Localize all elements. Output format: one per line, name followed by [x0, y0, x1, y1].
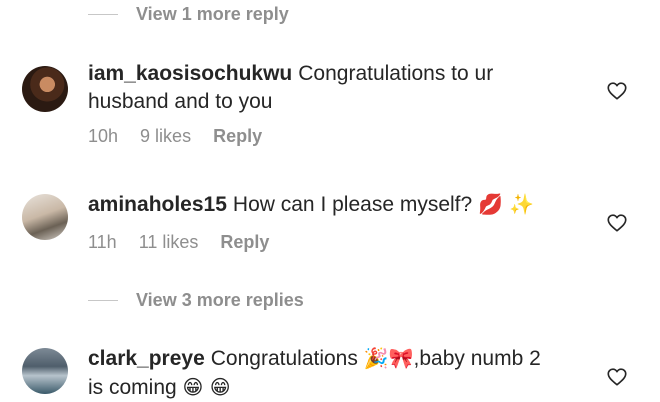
comment-username[interactable]: clark_preye [88, 347, 205, 370]
reply-button[interactable]: Reply [220, 232, 269, 253]
comment-text: How can I please myself? [232, 193, 473, 216]
view-more-label: View 3 more replies [136, 290, 304, 310]
comment-emoji: 🎉🎀 [363, 346, 414, 370]
view-more-replies[interactable]: View 1 more reply [88, 4, 289, 25]
heart-icon[interactable] [606, 212, 628, 234]
avatar[interactable] [22, 194, 68, 240]
comment-likes[interactable]: 11 likes [139, 232, 199, 253]
comment-username[interactable]: aminaholes15 [88, 193, 227, 216]
heart-icon[interactable] [606, 366, 628, 388]
comment-body: aminaholes15 How can I please myself? 💋 ✨ [88, 190, 558, 219]
comment-likes[interactable]: 9 likes [140, 126, 191, 147]
view-more-replies[interactable]: View 3 more replies [88, 290, 304, 311]
comment-body: clark_preye Congratulations 🎉🎀,baby numb … [88, 344, 558, 402]
comment-text: Congratulations [210, 347, 358, 370]
avatar[interactable] [22, 348, 68, 394]
comment-username[interactable]: iam_kaosisochukwu [88, 62, 292, 85]
comment-time: 10h [88, 126, 119, 146]
divider-line [88, 300, 118, 301]
comment-time: 11h [88, 232, 117, 252]
view-more-label: View 1 more reply [136, 4, 289, 24]
comment-meta: 11h 11 likes Reply [88, 232, 269, 253]
avatar[interactable] [22, 66, 68, 112]
comment-body: iam_kaosisochukwu Congratulations to ur h… [88, 60, 558, 116]
comment-emoji: 💋 ✨ [478, 192, 535, 216]
comment-emoji: 😁 😁 [182, 375, 231, 399]
comment-meta: 10h 9 likes Reply [88, 126, 262, 147]
reply-button[interactable]: Reply [213, 126, 262, 147]
divider-line [88, 14, 118, 15]
heart-icon[interactable] [606, 80, 628, 102]
